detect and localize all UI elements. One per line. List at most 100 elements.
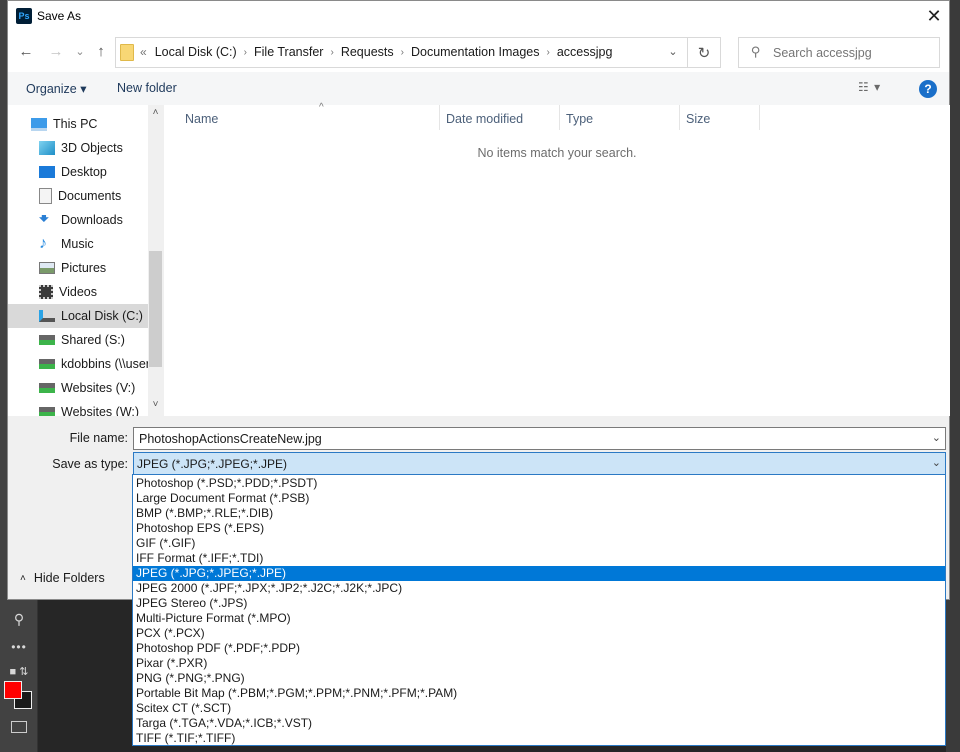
foreground-color-swatch[interactable] xyxy=(4,681,22,699)
command-bar: Organize ▾ New folder ☷ ▾ ? xyxy=(8,72,949,105)
sidebar-item-this-pc[interactable]: This PC xyxy=(8,112,148,136)
window-title: Save As xyxy=(37,9,82,23)
chevron-up-icon: ˄ xyxy=(20,572,26,584)
hide-folders-button[interactable]: ˄ Hide Folders xyxy=(20,571,105,585)
sidebar-item-label: Pictures xyxy=(61,261,107,275)
chevron-down-icon[interactable]: ⌄ xyxy=(932,431,941,444)
sidebar-item-websites-v[interactable]: Websites (V:) xyxy=(8,376,148,400)
address-dropdown-button[interactable]: ⌄ xyxy=(662,45,684,61)
breadcrumb-separator[interactable]: › xyxy=(330,47,333,58)
search-box[interactable]: ⚲ xyxy=(738,37,940,68)
navigation-pane-scrollbar[interactable]: ˄ ˅ xyxy=(148,105,163,416)
empty-message: No items match your search. xyxy=(477,146,637,160)
swap-colors-icon[interactable]: ■ ⇅ xyxy=(6,660,32,682)
save-as-type-select[interactable]: JPEG (*.JPG;*.JPEG;*.JPE) ⌄ xyxy=(133,452,946,475)
dropdown-option[interactable]: Scitex CT (*.SCT) xyxy=(133,701,945,716)
close-button[interactable]: ✕ xyxy=(919,1,949,31)
dropdown-option[interactable]: Photoshop (*.PSD;*.PDD;*.PSDT) xyxy=(133,476,945,491)
breadcrumb-file-transfer[interactable]: File Transfer xyxy=(254,45,323,59)
dropdown-option[interactable]: TIFF (*.TIF;*.TIFF) xyxy=(133,731,945,746)
breadcrumb-accessjpg[interactable]: accessjpg xyxy=(557,45,613,59)
breadcrumb-local-disk[interactable]: Local Disk (C:) xyxy=(155,45,237,59)
breadcrumb-separator[interactable]: › xyxy=(547,47,550,58)
sidebar-item-local-disk[interactable]: Local Disk (C:) xyxy=(8,304,148,328)
sidebar-item-websites-w[interactable]: Websites (W:) xyxy=(8,400,148,416)
organize-button[interactable]: Organize ▾ xyxy=(26,81,86,96)
dropdown-option[interactable]: JPEG Stereo (*.JPS) xyxy=(133,596,945,611)
dropdown-option[interactable]: BMP (*.BMP;*.RLE;*.DIB) xyxy=(133,506,945,521)
desktop-icon xyxy=(39,166,55,178)
folder-icon xyxy=(120,44,134,61)
more-tools-icon[interactable]: ••• xyxy=(6,636,32,658)
search-input[interactable] xyxy=(773,38,933,67)
help-button[interactable]: ? xyxy=(919,80,937,98)
film-icon xyxy=(39,285,53,299)
scrollbar-thumb[interactable] xyxy=(149,251,162,367)
breadcrumb-documentation-images[interactable]: Documentation Images xyxy=(411,45,540,59)
view-options-button[interactable]: ☷ ▾ xyxy=(858,80,881,94)
sidebar-item-downloads[interactable]: 🠻 Downloads xyxy=(8,208,148,232)
picture-icon xyxy=(39,262,55,274)
save-as-type-dropdown-list[interactable]: Photoshop (*.PSD;*.PDD;*.PSDT) Large Docu… xyxy=(132,474,946,746)
sidebar-item-label: Videos xyxy=(59,285,97,299)
sidebar-item-label: Music xyxy=(61,237,94,251)
sidebar-item-documents[interactable]: Documents xyxy=(8,184,148,208)
file-list: ^ Name Date modified Type Size No items … xyxy=(163,102,950,416)
network-drive-icon xyxy=(39,407,55,416)
dropdown-option[interactable]: Photoshop EPS (*.EPS) xyxy=(133,521,945,536)
address-bar[interactable]: « Local Disk (C:) › File Transfer › Requ… xyxy=(115,37,721,68)
column-header-date-modified[interactable]: Date modified xyxy=(440,105,560,130)
sidebar-item-videos[interactable]: Videos xyxy=(8,280,148,304)
chevron-down-icon[interactable]: ⌄ xyxy=(932,456,941,469)
breadcrumb-separator[interactable]: › xyxy=(244,47,247,58)
zoom-tool-icon[interactable]: ⚲ xyxy=(6,608,32,630)
new-folder-button[interactable]: New folder xyxy=(117,81,177,95)
sidebar-item-desktop[interactable]: Desktop xyxy=(8,160,148,184)
back-button[interactable]: ← xyxy=(16,40,36,62)
sidebar-item-label: Downloads xyxy=(61,213,123,227)
dropdown-option[interactable]: JPEG 2000 (*.JPF;*.JPX;*.JP2;*.J2C;*.J2K… xyxy=(133,581,945,596)
dropdown-option[interactable]: PNG (*.PNG;*.PNG) xyxy=(133,671,945,686)
sidebar-item-shared[interactable]: Shared (S:) xyxy=(8,328,148,352)
dropdown-option[interactable]: GIF (*.GIF) xyxy=(133,536,945,551)
refresh-button[interactable]: ↻ xyxy=(687,38,720,67)
computer-icon xyxy=(31,117,47,131)
document-icon xyxy=(39,188,52,204)
dropdown-option[interactable]: Pixar (*.PXR) xyxy=(133,656,945,671)
dropdown-option[interactable]: Large Document Format (*.PSB) xyxy=(133,491,945,506)
scroll-down-button[interactable]: ˅ xyxy=(148,399,163,414)
dropdown-option[interactable]: PCX (*.PCX) xyxy=(133,626,945,641)
dropdown-option[interactable]: JPEG (*.JPG;*.JPEG;*.JPE) xyxy=(133,566,945,581)
sidebar-item-label: This PC xyxy=(53,117,98,131)
recent-locations-button[interactable]: ⌄ xyxy=(70,40,90,62)
hide-folders-label: Hide Folders xyxy=(33,571,105,585)
sidebar-item-kdobbins[interactable]: kdobbins (\\user xyxy=(8,352,148,376)
forward-button[interactable]: → xyxy=(46,40,66,62)
dropdown-option[interactable]: Photoshop PDF (*.PDF;*.PDP) xyxy=(133,641,945,656)
breadcrumb-separator[interactable]: › xyxy=(401,47,404,58)
dropdown-option[interactable]: IFF Format (*.IFF;*.TDI) xyxy=(133,551,945,566)
up-button[interactable]: ↑ xyxy=(91,40,111,62)
save-as-type-label: Save as type: xyxy=(52,457,128,471)
music-note-icon: ♪ xyxy=(39,235,47,252)
breadcrumb-requests[interactable]: Requests xyxy=(341,45,394,59)
sidebar-item-label: Websites (W:) xyxy=(61,405,140,416)
breadcrumb-overflow-button[interactable]: « xyxy=(140,45,147,59)
dropdown-option[interactable]: Portable Bit Map (*.PBM;*.PGM;*.PPM;*.PN… xyxy=(133,686,945,701)
sidebar-item-music[interactable]: ♪ Music xyxy=(8,232,148,256)
title-bar: Ps Save As ✕ xyxy=(8,1,949,32)
scroll-up-button[interactable]: ˄ xyxy=(148,107,163,122)
dropdown-option[interactable]: Multi-Picture Format (*.MPO) xyxy=(133,611,945,626)
column-header-name[interactable]: ^ Name xyxy=(179,102,440,130)
filename-input[interactable] xyxy=(139,430,919,448)
column-header-size[interactable]: Size xyxy=(680,105,760,130)
dropdown-option[interactable]: Targa (*.TGA;*.VDA;*.ICB;*.VST) xyxy=(133,716,945,731)
sidebar-item-3d-objects[interactable]: 3D Objects xyxy=(8,136,148,160)
sidebar-item-label: Local Disk (C:) xyxy=(61,309,143,323)
quick-mask-icon[interactable] xyxy=(6,716,32,738)
sidebar-item-pictures[interactable]: Pictures xyxy=(8,256,148,280)
filename-combobox[interactable]: ⌄ xyxy=(133,427,946,450)
column-label: Name xyxy=(185,112,219,126)
sidebar-item-label: Websites (V:) xyxy=(61,381,136,395)
column-header-type[interactable]: Type xyxy=(560,105,680,130)
